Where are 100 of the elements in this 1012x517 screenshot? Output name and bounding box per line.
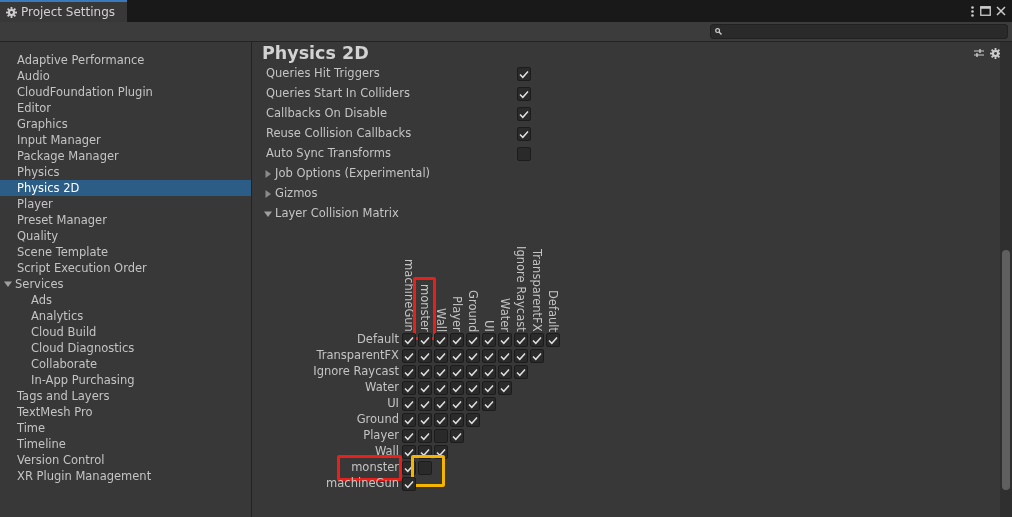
checkbox[interactable] <box>466 365 480 379</box>
sidebar-item[interactable]: Script Execution Order <box>0 260 251 276</box>
checkbox[interactable] <box>498 349 512 363</box>
checkbox[interactable] <box>530 349 544 363</box>
checkbox[interactable] <box>434 365 448 379</box>
sidebar-item[interactable]: Time <box>0 420 251 436</box>
checkbox[interactable] <box>450 365 464 379</box>
checkbox[interactable] <box>434 349 448 363</box>
window-tab[interactable]: Project Settings <box>0 0 128 22</box>
checkbox[interactable] <box>402 445 416 459</box>
sidebar-item[interactable]: Adaptive Performance <box>0 52 251 68</box>
checkbox[interactable] <box>418 429 432 443</box>
checkbox[interactable] <box>482 349 496 363</box>
checkbox[interactable] <box>402 381 416 395</box>
foldout-arrow-icon[interactable] <box>264 170 272 178</box>
sidebar-item[interactable]: Scene Template <box>0 244 251 260</box>
checkbox[interactable] <box>402 333 416 347</box>
checkbox[interactable] <box>530 333 544 347</box>
checkbox[interactable] <box>402 429 416 443</box>
checkbox[interactable] <box>482 397 496 411</box>
foldout-header[interactable]: Job Options (Experimental) <box>262 164 431 184</box>
checkbox[interactable] <box>418 349 432 363</box>
sidebar-item[interactable]: Preset Manager <box>0 212 251 228</box>
sidebar-item[interactable]: Cloud Diagnostics <box>0 340 251 356</box>
foldout-arrow-icon[interactable] <box>264 210 272 218</box>
checkbox[interactable] <box>466 413 480 427</box>
foldout-header[interactable]: Gizmos <box>262 184 318 204</box>
checkbox[interactable] <box>434 333 448 347</box>
checkbox[interactable] <box>514 349 528 363</box>
sidebar-item[interactable]: Graphics <box>0 116 251 132</box>
checkbox[interactable] <box>498 365 512 379</box>
sidebar-item[interactable]: Analytics <box>0 308 251 324</box>
checkbox[interactable] <box>498 333 512 347</box>
sidebar-item[interactable]: Package Manager <box>0 148 251 164</box>
foldout-arrow-icon[interactable] <box>264 190 272 198</box>
close-icon[interactable] <box>996 6 1007 16</box>
checkbox[interactable] <box>466 333 480 347</box>
checkbox[interactable] <box>517 107 531 121</box>
expand-arrow-icon[interactable] <box>4 280 12 288</box>
checkbox[interactable] <box>402 413 416 427</box>
sidebar-item[interactable]: XR Plugin Management <box>0 468 251 484</box>
checkbox[interactable] <box>402 349 416 363</box>
checkbox[interactable] <box>450 381 464 395</box>
checkbox[interactable] <box>418 333 432 347</box>
checkbox[interactable] <box>402 477 416 491</box>
checkbox[interactable] <box>482 333 496 347</box>
checkbox[interactable] <box>418 413 432 427</box>
checkbox[interactable] <box>434 413 448 427</box>
checkbox[interactable] <box>450 429 464 443</box>
sidebar-item[interactable]: Tags and Layers <box>0 388 251 404</box>
checkbox[interactable] <box>450 349 464 363</box>
more-icon[interactable] <box>970 5 974 17</box>
checkbox[interactable] <box>466 397 480 411</box>
checkbox[interactable] <box>450 397 464 411</box>
maximize-icon[interactable] <box>979 6 991 16</box>
checkbox[interactable] <box>418 461 432 475</box>
checkbox[interactable] <box>434 429 448 443</box>
sidebar-item[interactable]: Version Control <box>0 452 251 468</box>
checkbox[interactable] <box>450 413 464 427</box>
checkbox[interactable] <box>514 333 528 347</box>
checkbox[interactable] <box>514 365 528 379</box>
checkbox[interactable] <box>418 397 432 411</box>
sidebar-item[interactable]: Editor <box>0 100 251 116</box>
checkbox[interactable] <box>517 87 531 101</box>
checkbox[interactable] <box>418 365 432 379</box>
sidebar-item[interactable]: Services <box>0 276 251 292</box>
search-field[interactable] <box>710 24 1008 39</box>
sidebar-item[interactable]: Ads <box>0 292 251 308</box>
scrollbar-thumb[interactable] <box>1002 250 1010 490</box>
sidebar-item[interactable]: CloudFoundation Plugin <box>0 84 251 100</box>
sidebar-item[interactable]: Physics <box>0 164 251 180</box>
sidebar-item[interactable]: Cloud Build <box>0 324 251 340</box>
checkbox[interactable] <box>434 381 448 395</box>
checkbox[interactable] <box>402 397 416 411</box>
sidebar-item[interactable]: TextMesh Pro <box>0 404 251 420</box>
sidebar-item[interactable]: Timeline <box>0 436 251 452</box>
checkbox[interactable] <box>498 381 512 395</box>
sidebar-item[interactable]: Player <box>0 196 251 212</box>
sidebar-item[interactable]: Collaborate <box>0 356 251 372</box>
checkbox[interactable] <box>482 381 496 395</box>
sidebar-item[interactable]: Audio <box>0 68 251 84</box>
sliders-icon[interactable] <box>973 48 984 58</box>
checkbox[interactable] <box>466 349 480 363</box>
sidebar-item[interactable]: Quality <box>0 228 251 244</box>
sidebar-item[interactable]: In-App Purchasing <box>0 372 251 388</box>
checkbox[interactable] <box>466 381 480 395</box>
checkbox[interactable] <box>517 147 531 161</box>
settings-icon[interactable] <box>989 47 1001 59</box>
checkbox[interactable] <box>517 67 531 81</box>
checkbox[interactable] <box>482 365 496 379</box>
checkbox[interactable] <box>450 333 464 347</box>
checkbox[interactable] <box>434 397 448 411</box>
checkbox[interactable] <box>517 127 531 141</box>
foldout-header[interactable]: Layer Collision Matrix <box>262 204 399 224</box>
checkbox[interactable] <box>546 333 560 347</box>
sidebar-item[interactable]: Physics 2D <box>0 180 251 196</box>
scrollbar[interactable] <box>1000 42 1012 517</box>
checkbox[interactable] <box>418 381 432 395</box>
checkbox[interactable] <box>402 365 416 379</box>
sidebar-item[interactable]: Input Manager <box>0 132 251 148</box>
